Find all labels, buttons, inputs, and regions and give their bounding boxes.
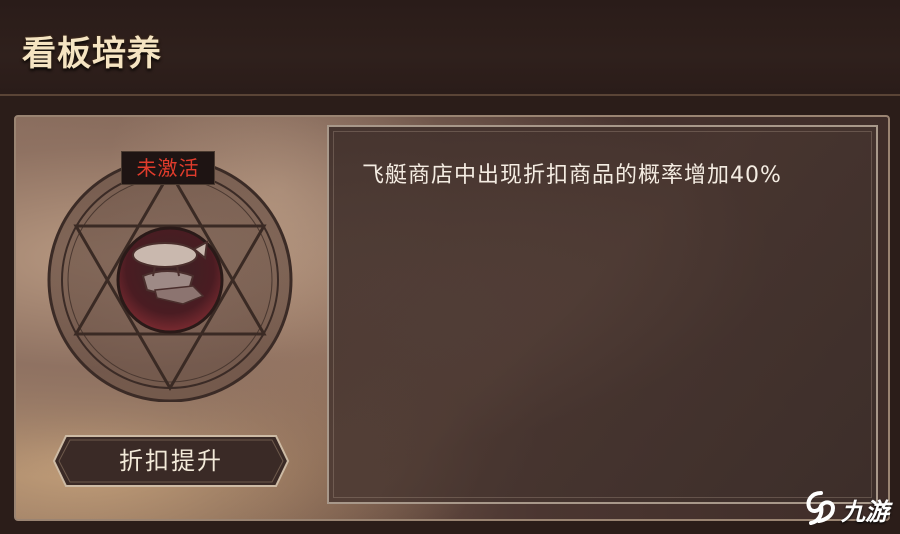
page-title: 看板培养 xyxy=(22,34,162,74)
effect-description-box: 飞艇商店中出现折扣商品的概率增加40% xyxy=(327,125,878,504)
airship-emblem-icon xyxy=(47,158,293,402)
discount-upgrade-label: 折扣提升 xyxy=(119,447,223,475)
jiuyou-logo-icon xyxy=(806,491,836,525)
discount-upgrade-button[interactable]: 折扣提升 xyxy=(52,434,290,488)
top-header: 看板培养 xyxy=(0,0,900,96)
watermark-text: 九游 xyxy=(841,498,889,526)
watermark: 九游 xyxy=(803,488,895,528)
status-badge: 未激活 xyxy=(121,151,215,185)
effect-description: 飞艇商店中出现折扣商品的概率增加40% xyxy=(362,163,782,188)
